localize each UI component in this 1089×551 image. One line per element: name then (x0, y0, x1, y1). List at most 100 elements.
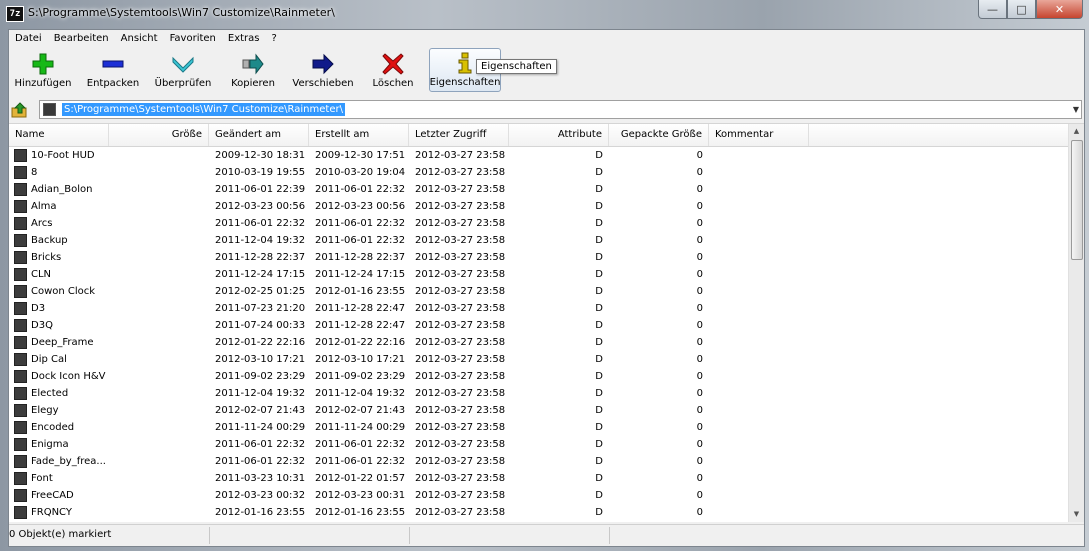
cell-name: Elegy (31, 405, 59, 416)
toolbar-button-3[interactable]: Kopieren (219, 48, 287, 92)
scroll-up-icon[interactable]: ▲ (1069, 124, 1084, 139)
table-row[interactable]: Backup 2011-12-04 19:32 2011-06-01 22:32 20… (9, 232, 1069, 249)
cell-packed: 0 (696, 252, 703, 263)
table-row[interactable]: Adian_Bolon 2011-06-01 22:39 2011-06-01 22… (9, 181, 1069, 198)
cell-packed: 0 (696, 405, 703, 416)
table-row[interactable]: CLN 2011-12-24 17:15 2011-12-24 17:15 2012-… (9, 266, 1069, 283)
cell-packed: 0 (696, 490, 703, 501)
cell-accessed: 2012-03-27 23:58 (415, 235, 506, 246)
folder-icon (14, 336, 27, 349)
menu-item-1[interactable]: Bearbeiten (48, 30, 115, 47)
cell-created: 2011-12-28 22:47 (315, 303, 406, 314)
table-row[interactable]: FRQNCY 2012-01-16 23:55 2012-01-16 23:55 20… (9, 504, 1069, 521)
cell-created: 2012-03-23 00:56 (315, 201, 406, 212)
table-row[interactable]: Deep_Frame 2012-01-22 22:16 2012-01-22 22:… (9, 334, 1069, 351)
toolbar-button-1[interactable]: Entpacken (79, 48, 147, 92)
app-icon[interactable]: 7z (6, 6, 24, 22)
close-button[interactable]: ✕ (1036, 0, 1083, 19)
address-path[interactable]: S:\Programme\Systemtools\Win7 Customize\… (62, 103, 345, 116)
table-row[interactable]: 10-Foot HUD 2009-12-30 18:31 2009-12-30 17… (9, 147, 1069, 164)
maximize-button[interactable]: □ (1007, 0, 1036, 19)
table-row[interactable]: FreeCAD 2012-03-23 00:32 2012-03-23 00:31 2… (9, 487, 1069, 504)
folder-up-button[interactable] (11, 102, 29, 118)
column-header-2[interactable]: Geändert am (209, 124, 309, 146)
menu-item-5[interactable]: ? (266, 30, 283, 47)
cell-name: 8 (31, 167, 38, 178)
cell-accessed: 2012-03-27 23:58 (415, 269, 506, 280)
cell-name: Cowon Clock (31, 286, 96, 297)
column-header-1[interactable]: Größe (109, 124, 209, 146)
table-row[interactable]: Elegy 2012-02-07 21:43 2012-02-07 21:43 201… (9, 402, 1069, 419)
folder-icon (43, 103, 56, 116)
table-row[interactable]: Dip Cal 2012-03-10 17:21 2012-03-10 17:21 2… (9, 351, 1069, 368)
status-bar: 0 Objekt(e) markiert (9, 524, 1084, 546)
title-bar[interactable]: 7z S:\Programme\Systemtools\Win7 Customi… (0, 0, 1089, 28)
chevron-down-icon[interactable]: ▼ (1073, 105, 1079, 114)
column-header-3[interactable]: Erstellt am (309, 124, 409, 146)
table-row[interactable]: Encoded 2011-11-24 00:29 2011-11-24 00:29 2… (9, 419, 1069, 436)
toolbar-button-5[interactable]: Löschen (359, 48, 427, 92)
menu-item-0[interactable]: Datei (9, 30, 48, 47)
move-arrow-icon (312, 53, 334, 75)
minimize-button[interactable]: — (978, 0, 1007, 19)
cell-accessed: 2012-03-27 23:58 (415, 320, 506, 331)
table-row[interactable]: 8 2010-03-19 19:55 2010-03-20 19:04 2012-03… (9, 164, 1069, 181)
menu-item-2[interactable]: Ansicht (115, 30, 164, 47)
column-header-7[interactable]: Kommentar (709, 124, 809, 146)
cell-attr: D (595, 507, 603, 518)
cell-attr: D (595, 184, 603, 195)
toolbar-button-2[interactable]: Überprüfen (149, 48, 217, 92)
delete-x-icon (382, 53, 404, 75)
cell-packed: 0 (696, 371, 703, 382)
column-header-6[interactable]: Gepackte Größe (609, 124, 709, 146)
window-title: S:\Programme\Systemtools\Win7 Customize\… (28, 6, 335, 19)
cell-accessed: 2012-03-27 23:58 (415, 303, 506, 314)
status-separator (609, 527, 610, 544)
status-separator (209, 527, 210, 544)
cell-attr: D (595, 422, 603, 433)
list-header: Name Größe Geändert am Erstellt am Letzter Z… (9, 124, 1069, 147)
folder-icon (14, 302, 27, 315)
cell-name: Backup (31, 235, 68, 246)
menu-item-3[interactable]: Favoriten (164, 30, 222, 47)
table-row[interactable]: Bricks 2011-12-28 22:37 2011-12-28 22:37 20… (9, 249, 1069, 266)
folder-icon (14, 166, 27, 179)
folder-icon (14, 319, 27, 332)
table-row[interactable]: D3Q 2011-07-24 00:33 2011-12-28 22:47 2012-… (9, 317, 1069, 334)
table-row[interactable]: Font 2011-03-23 10:31 2012-01-22 01:57 2012… (9, 470, 1069, 487)
cell-modified: 2011-06-01 22:32 (215, 439, 306, 450)
cell-created: 2011-06-01 22:32 (315, 218, 406, 229)
cell-attr: D (595, 456, 603, 467)
cell-name: Bricks (31, 252, 62, 263)
table-row[interactable]: Alma 2012-03-23 00:56 2012-03-23 00:56 2012… (9, 198, 1069, 215)
cell-attr: D (595, 320, 603, 331)
folder-icon (14, 353, 27, 366)
cell-created: 2012-03-23 00:31 (315, 490, 406, 501)
column-header-0[interactable]: Name (9, 124, 109, 146)
table-row[interactable]: Fade_by_frea... 2011-06-01 22:32 2011-06-0… (9, 453, 1069, 470)
info-icon (458, 52, 472, 74)
toolbar-button-0[interactable]: Hinzufügen (9, 48, 77, 92)
cell-name: Enigma (31, 439, 69, 450)
scroll-down-icon[interactable]: ▼ (1069, 507, 1084, 522)
folder-icon (14, 285, 27, 298)
cell-attr: D (595, 150, 603, 161)
table-row[interactable]: Enigma 2011-06-01 22:32 2011-06-01 22:32 20… (9, 436, 1069, 453)
menu-item-4[interactable]: Extras (222, 30, 266, 47)
cell-modified: 2011-12-04 19:32 (215, 388, 306, 399)
table-row[interactable]: Dock Icon H&V 2011-09-02 23:29 2011-09-02 … (9, 368, 1069, 385)
scroll-thumb[interactable] (1071, 140, 1083, 260)
table-row[interactable]: D3 2011-07-23 21:20 2011-12-28 22:47 2012-0… (9, 300, 1069, 317)
column-header-4[interactable]: Letzter Zugriff (409, 124, 509, 146)
cell-modified: 2011-06-01 22:32 (215, 456, 306, 467)
vertical-scrollbar[interactable]: ▲ ▼ (1068, 124, 1084, 522)
table-row[interactable]: Arcs 2011-06-01 22:32 2011-06-01 22:32 2012… (9, 215, 1069, 232)
address-input[interactable]: S:\Programme\Systemtools\Win7 Customize\… (39, 100, 1082, 119)
toolbar-button-4[interactable]: Verschieben (289, 48, 357, 92)
table-row[interactable]: Cowon Clock 2012-02-25 01:25 2012-01-16 23… (9, 283, 1069, 300)
column-header-5[interactable]: Attribute (509, 124, 609, 146)
cell-attr: D (595, 167, 603, 178)
file-list[interactable]: Name Größe Geändert am Erstellt am Letzter Z… (9, 123, 1084, 522)
table-row[interactable]: Elected 2011-12-04 19:32 2011-12-04 19:32 2… (9, 385, 1069, 402)
cell-modified: 2012-02-07 21:43 (215, 405, 306, 416)
